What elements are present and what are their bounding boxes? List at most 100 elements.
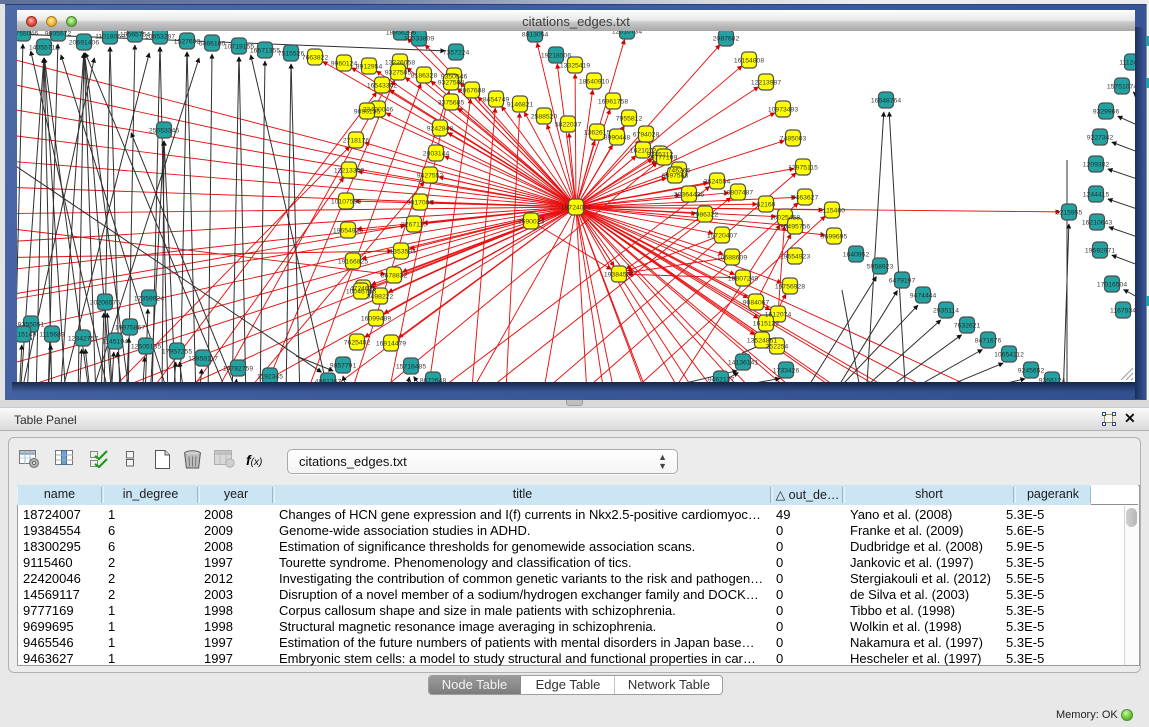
svg-text:10653287: 10653287 — [145, 34, 175, 41]
svg-text:9857791: 9857791 — [330, 363, 357, 370]
svg-text:7986322: 7986322 — [692, 212, 719, 219]
svg-text:12342757: 12342757 — [68, 336, 98, 343]
svg-text:7485003: 7485003 — [780, 136, 807, 143]
svg-text:9242848: 9242848 — [427, 126, 454, 133]
svg-text:8990448: 8990448 — [604, 135, 631, 142]
svg-text:1615132: 1615132 — [753, 321, 780, 328]
svg-text:10973493: 10973493 — [768, 107, 798, 114]
svg-text:3375685: 3375685 — [438, 100, 465, 107]
svg-text:16033809: 16033809 — [404, 36, 434, 43]
svg-text:16495756: 16495756 — [780, 224, 810, 231]
svg-text:7625402: 7625402 — [344, 340, 371, 347]
svg-text:3915149: 3915149 — [17, 332, 36, 339]
svg-text:6479197: 6479197 — [889, 278, 916, 285]
svg-text:17359924: 17359924 — [134, 296, 164, 303]
svg-text:7632621: 7632621 — [954, 323, 981, 330]
svg-text:7515526: 7515526 — [278, 51, 305, 58]
svg-text:9474444: 9474444 — [910, 293, 937, 300]
svg-text:1527602: 1527602 — [174, 39, 201, 46]
svg-text:7663822: 7663822 — [302, 55, 329, 62]
svg-text:19975867: 19975867 — [115, 325, 145, 332]
svg-text:1209382: 1209382 — [1083, 162, 1110, 169]
svg-text:16210643: 16210643 — [1082, 220, 1112, 227]
svg-text:16671355: 16671355 — [250, 48, 280, 55]
svg-text:9427552: 9427552 — [417, 173, 444, 180]
svg-text:6497568: 6497568 — [662, 173, 689, 180]
svg-text:7955812: 7955812 — [616, 116, 643, 123]
svg-text:10654112: 10654112 — [994, 352, 1024, 359]
svg-text:10688609: 10688609 — [717, 255, 747, 262]
svg-text:5822037: 5822037 — [555, 122, 582, 129]
svg-text:6466160: 6466160 — [199, 41, 226, 48]
svg-text:19218506: 19218506 — [541, 53, 571, 60]
svg-text:252254: 252254 — [766, 344, 789, 351]
svg-text:9960124: 9960124 — [331, 61, 358, 68]
svg-text:9605572: 9605572 — [45, 31, 72, 38]
svg-text:9327508: 9327508 — [438, 80, 465, 87]
svg-text:8471676: 8471676 — [975, 338, 1002, 345]
svg-text:9329966: 9329966 — [1093, 109, 1120, 116]
svg-text:1112461: 1112461 — [1119, 60, 1135, 67]
svg-text:8912954: 8912954 — [356, 64, 383, 71]
svg-text:19755046: 19755046 — [17, 31, 38, 38]
svg-text:17957255: 17957255 — [162, 349, 192, 356]
svg-text:6794028: 6794028 — [633, 132, 660, 139]
svg-text:8678832: 8678832 — [381, 273, 408, 280]
svg-text:25053346: 25053346 — [149, 128, 179, 135]
svg-text:15716485: 15716485 — [396, 364, 426, 371]
svg-text:1145194: 1145194 — [102, 339, 128, 346]
svg-text:7357224: 7357224 — [443, 50, 470, 57]
svg-text:15751074: 15751074 — [1107, 84, 1135, 91]
svg-text:3498222: 3498222 — [367, 294, 394, 301]
svg-text:11353594: 11353594 — [386, 249, 416, 256]
svg-text:9355051: 9355051 — [18, 322, 45, 329]
svg-text:9084067: 9084067 — [743, 300, 770, 307]
svg-text:10107553: 10107553 — [331, 199, 361, 206]
svg-text:19384554: 19384554 — [604, 272, 634, 279]
svg-text:14055712: 14055712 — [29, 45, 59, 52]
svg-text:16961758: 16961758 — [598, 99, 628, 106]
svg-text:9777169: 9777169 — [651, 155, 678, 162]
svg-text:9699695: 9699695 — [821, 234, 848, 241]
svg-text:12975115: 12975115 — [788, 165, 818, 172]
svg-text:9896135: 9896135 — [354, 109, 381, 116]
svg-text:9146821: 9146821 — [507, 102, 534, 109]
svg-text:2803144: 2803144 — [423, 151, 450, 158]
svg-text:13325419: 13325419 — [560, 63, 590, 70]
svg-text:20691406: 20691406 — [69, 40, 99, 47]
svg-text:18724007: 18724007 — [561, 205, 591, 212]
svg-text:12213369: 12213369 — [334, 168, 364, 175]
svg-text:9115460: 9115460 — [819, 208, 845, 215]
svg-text:8186328: 8186328 — [411, 73, 438, 80]
svg-text:8813054: 8813054 — [522, 32, 549, 39]
svg-text:12505135: 12505135 — [131, 344, 161, 351]
svg-text:3215955: 3215955 — [1056, 210, 1083, 217]
svg-text:16154808: 16154808 — [734, 58, 764, 65]
svg-text:17016504: 17016504 — [1097, 282, 1127, 289]
svg-text:1192345: 1192345 — [257, 374, 283, 381]
svg-text:2867608: 2867608 — [459, 88, 486, 95]
svg-text:2718176: 2718176 — [343, 138, 370, 145]
svg-text:19166825: 19166825 — [338, 259, 368, 266]
svg-text:18807249: 18807249 — [728, 276, 758, 283]
svg-text:10807487: 10807487 — [723, 190, 753, 197]
svg-text:1640952: 1640952 — [843, 252, 870, 259]
svg-text:2087682: 2087682 — [713, 36, 740, 43]
svg-text:1733426: 1733426 — [773, 368, 800, 375]
svg-text:13958117: 13958117 — [188, 356, 218, 363]
svg-text:2588520: 2588520 — [531, 114, 558, 121]
svg-text:16543362: 16543362 — [367, 83, 397, 90]
svg-text:20206576: 20206576 — [90, 300, 120, 307]
svg-text:1115689: 1115689 — [39, 332, 65, 339]
svg-text:10025458: 10025458 — [770, 215, 800, 222]
svg-text:20364436: 20364436 — [674, 192, 704, 199]
svg-text:2590023: 2590023 — [518, 219, 545, 226]
svg-text:19654923: 19654923 — [780, 254, 810, 261]
svg-text:12610734: 12610734 — [612, 31, 642, 36]
svg-text:9227342: 9227342 — [1087, 135, 1114, 142]
svg-text:5958923: 5958923 — [867, 264, 894, 271]
svg-text:62160: 62160 — [757, 202, 776, 209]
svg-text:8267110: 8267110 — [401, 222, 427, 229]
svg-text:2935114: 2935114 — [933, 308, 959, 315]
svg-text:12213987: 12213987 — [751, 80, 781, 87]
